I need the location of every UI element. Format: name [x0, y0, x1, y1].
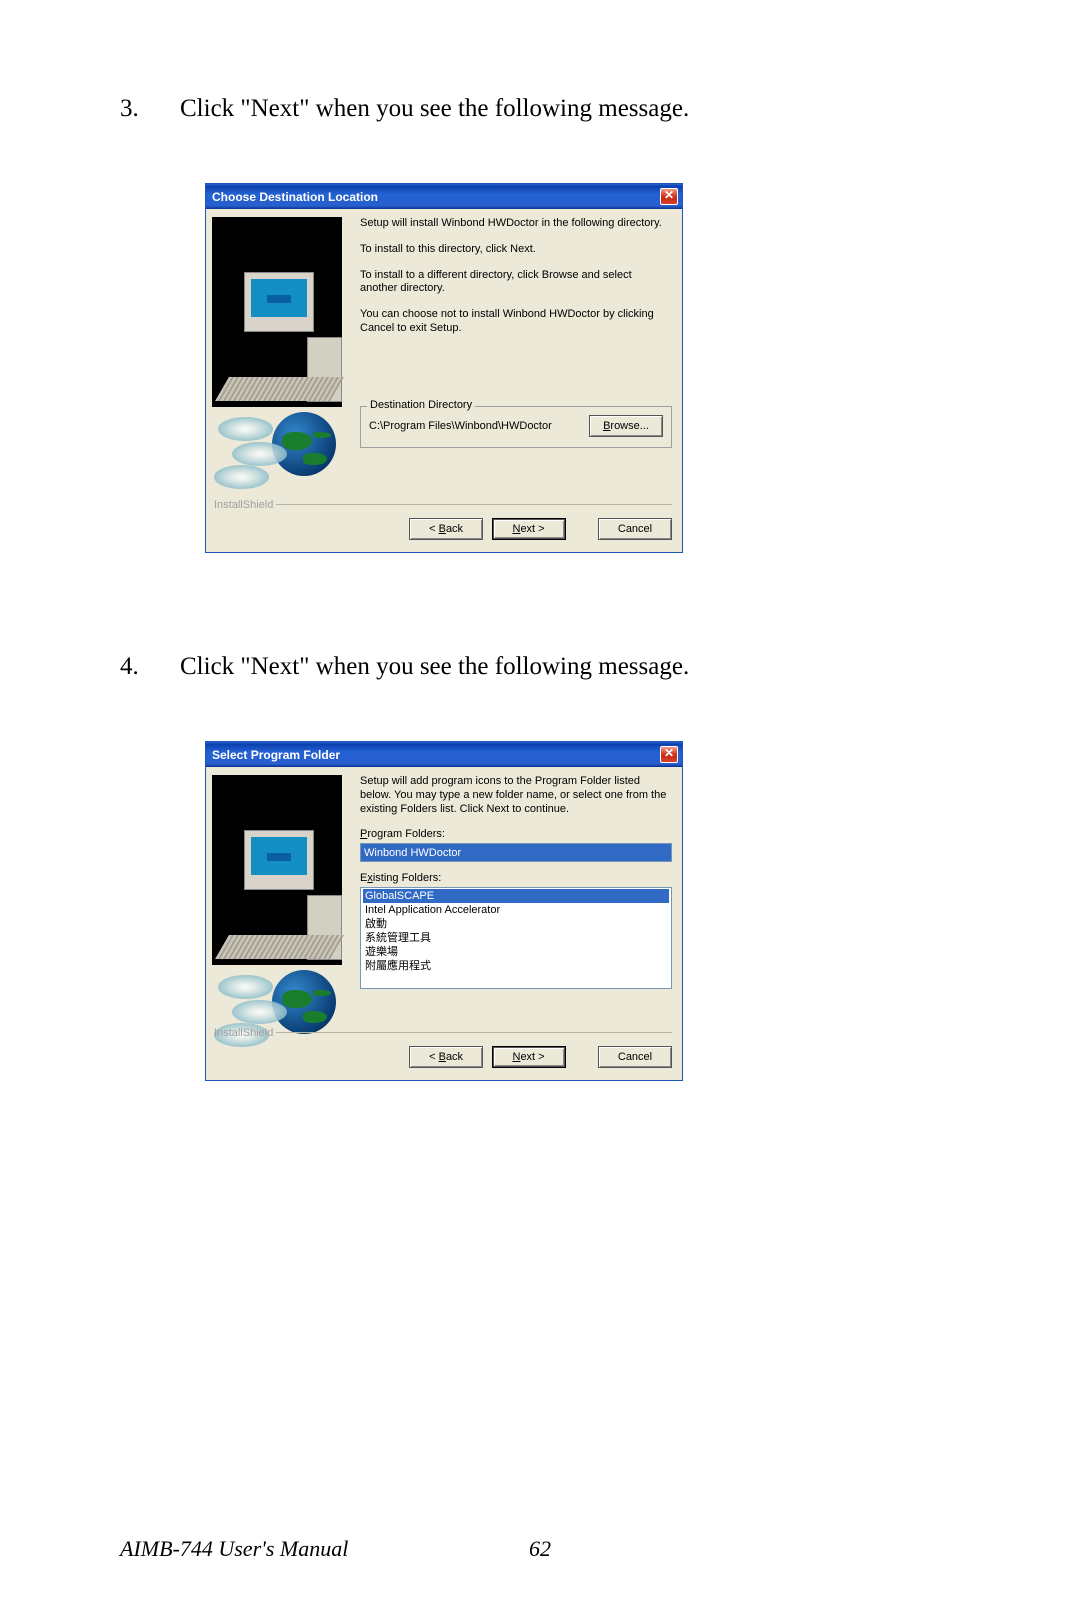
dialog-body: Setup will add program icons to the Prog… [206, 767, 682, 1027]
dialog-content: Setup will install Winbond HWDoctor in t… [352, 217, 672, 497]
dialog-1-wrapper: Choose Destination Location ✕ Setup will… [205, 183, 960, 553]
dialog-title: Choose Destination Location [212, 190, 378, 204]
globe-icon [272, 412, 336, 476]
titlebar[interactable]: Choose Destination Location ✕ [206, 184, 682, 209]
existing-folders-label: Existing Folders: [360, 872, 672, 884]
next-button[interactable]: Next > [492, 518, 566, 540]
dialog-text-3: To install to a different directory, cli… [360, 269, 672, 297]
disc-icon [214, 465, 269, 489]
step-4-number: 4. [120, 653, 180, 681]
step-3-number: 3. [120, 95, 180, 123]
next-button[interactable]: Next > [492, 1046, 566, 1068]
dialog-button-row: < Back Next > Cancel [206, 518, 682, 552]
list-item[interactable]: Intel Application Accelerator [363, 903, 669, 917]
disc-icon [232, 442, 287, 466]
close-icon[interactable]: ✕ [660, 188, 678, 205]
step-4-text: Click "Next" when you see the following … [180, 653, 960, 681]
keyboard-icon [215, 377, 344, 401]
dialog-content: Setup will add program icons to the Prog… [352, 775, 672, 1025]
dialog-body: Setup will install Winbond HWDoctor in t… [206, 209, 682, 499]
installshield-label: InstallShield [214, 499, 273, 511]
disc-icon [232, 1000, 287, 1024]
list-item[interactable]: 遊樂場 [363, 945, 669, 959]
browse-button[interactable]: Browse... [589, 415, 663, 437]
dialog-text-1: Setup will add program icons to the Prog… [360, 775, 672, 816]
installer-graphic [212, 217, 352, 497]
list-item[interactable]: 附屬應用程式 [363, 959, 669, 973]
cancel-button[interactable]: Cancel [598, 518, 672, 540]
footer-page-number: 62 [529, 1536, 551, 1562]
program-folders-label: Program Folders: [360, 828, 672, 840]
installer-graphic [212, 775, 352, 1025]
disc-icon [218, 417, 273, 441]
installshield-label-row: InstallShield [206, 499, 682, 518]
installshield-label: InstallShield [214, 1027, 273, 1039]
close-icon[interactable]: ✕ [660, 746, 678, 763]
program-folders-input[interactable] [360, 843, 672, 862]
dialog-2-wrapper: Select Program Folder ✕ Setup will add p… [205, 741, 960, 1081]
step-3: 3. Click "Next" when you see the followi… [120, 95, 960, 123]
step-4: 4. Click "Next" when you see the followi… [120, 653, 960, 681]
dialog-text-2: To install to this directory, click Next… [360, 243, 672, 257]
back-button[interactable]: < Back [409, 1046, 483, 1068]
step-3-text: Click "Next" when you see the following … [180, 95, 960, 123]
dialog-text-1: Setup will install Winbond HWDoctor in t… [360, 217, 672, 231]
existing-folders-listbox[interactable]: GlobalSCAPE Intel Application Accelerato… [360, 887, 672, 989]
destination-directory-group: Destination Directory C:\Program Files\W… [360, 406, 672, 448]
keyboard-icon [215, 935, 344, 959]
list-item[interactable]: 啟動 [363, 917, 669, 931]
back-button[interactable]: < Back [409, 518, 483, 540]
cancel-button[interactable]: Cancel [598, 1046, 672, 1068]
globe-icon [272, 970, 336, 1034]
titlebar[interactable]: Select Program Folder ✕ [206, 742, 682, 767]
destination-legend: Destination Directory [367, 399, 475, 411]
choose-destination-dialog: Choose Destination Location ✕ Setup will… [205, 183, 683, 553]
installshield-label-row: InstallShield [206, 1027, 682, 1046]
dialog-button-row: < Back Next > Cancel [206, 1046, 682, 1080]
list-item[interactable]: GlobalSCAPE [363, 889, 669, 903]
dialog-text-4: You can choose not to install Winbond HW… [360, 308, 672, 336]
disc-icon [218, 975, 273, 999]
dialog-title: Select Program Folder [212, 748, 340, 762]
monitor-icon [244, 272, 314, 332]
footer-manual-title: AIMB-744 User's Manual [120, 1536, 348, 1562]
monitor-icon [244, 830, 314, 890]
destination-path: C:\Program Files\Winbond\HWDoctor [369, 420, 552, 432]
list-item[interactable]: 系統管理工具 [363, 931, 669, 945]
select-program-folder-dialog: Select Program Folder ✕ Setup will add p… [205, 741, 683, 1081]
